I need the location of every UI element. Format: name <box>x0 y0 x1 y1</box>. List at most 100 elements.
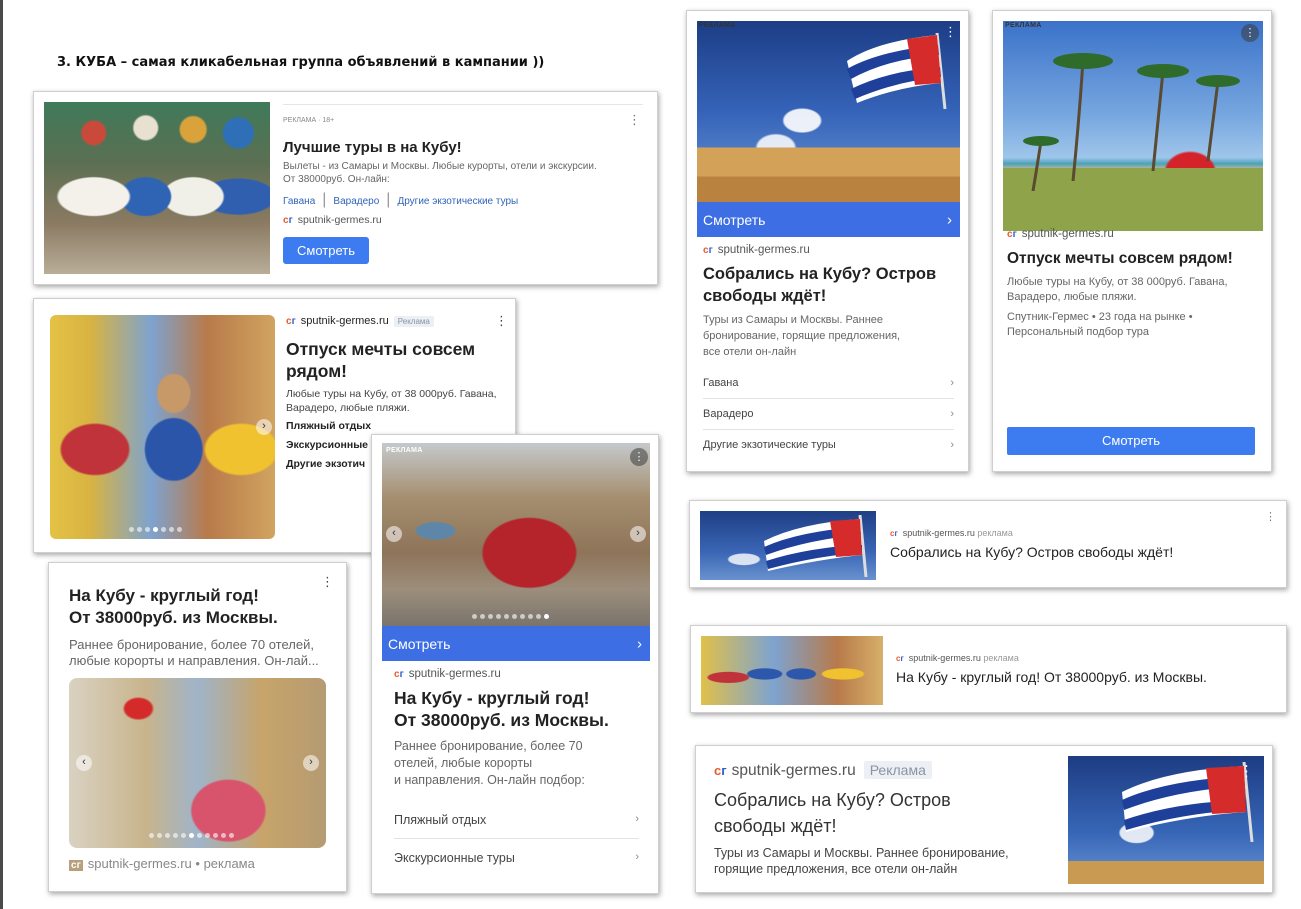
menu-icon[interactable]: ⋮ <box>1241 24 1259 42</box>
ad-title-line1[interactable]: Отпуск мечты совсем <box>286 339 475 360</box>
site-domain[interactable]: сг sputnik-germes.ru реклама <box>896 653 1019 663</box>
ad-note-line2: Персональный подбор тура <box>1007 326 1150 338</box>
ad-card-all-year[interactable]: На Кубу - круглый год! От 38000руб. из М… <box>48 562 347 892</box>
carousel-next-icon[interactable]: › <box>303 755 319 771</box>
ad-description-line1: Любые туры на Кубу, от 38 000руб. Гавана… <box>1007 276 1228 288</box>
menu-icon[interactable]: ⋮ <box>495 314 508 327</box>
sitelink-beach[interactable]: Пляжный отдых › <box>394 813 639 839</box>
site-domain[interactable]: сг sputnik-germes.ru <box>283 214 382 226</box>
ad-card-best-tours[interactable]: РЕКЛАМА · 18+ ⋮ Лучшие туры в на Кубу! В… <box>33 91 658 285</box>
carousel-prev-icon[interactable]: ‹ <box>386 526 402 542</box>
watch-button[interactable]: Смотреть <box>283 237 369 264</box>
carousel-prev-icon[interactable]: ‹ <box>76 755 92 771</box>
ad-banner-island-of-freedom[interactable]: сг sputnik-germes.ru реклама Собрались на… <box>689 500 1287 588</box>
ad-description-line3: все отели он-лайн <box>703 346 797 358</box>
ad-title-line2[interactable]: От 38000руб. из Москвы. <box>69 607 278 628</box>
ad-label: РЕКЛАМА <box>699 22 736 29</box>
menu-icon[interactable]: ⋮ <box>1239 764 1254 779</box>
sitelink-exotic[interactable]: Другие экзотич <box>286 458 365 470</box>
ad-banner-all-year[interactable]: сг sputnik-germes.ru реклама На Кубу - кр… <box>690 625 1287 713</box>
ad-title-line1[interactable]: Собрались на Кубу? Остров <box>714 790 951 811</box>
carousel-next-icon[interactable]: › <box>256 419 272 435</box>
chevron-right-icon: › <box>947 211 952 228</box>
watch-button-label: Смотреть <box>703 211 766 228</box>
sitelink-havana[interactable]: Гавана <box>283 196 315 207</box>
carousel-pager <box>129 527 182 532</box>
divider <box>283 104 643 105</box>
ad-card-island-of-freedom[interactable]: РЕКЛАМА ⋮ Смотреть › сг sputnik-germes.ru … <box>686 10 969 472</box>
carousel-next-icon[interactable]: › <box>630 526 646 542</box>
site-domain[interactable]: сг sputnik-germes.ru <box>394 668 501 680</box>
menu-icon[interactable]: ⋮ <box>321 575 334 588</box>
sitelink-havana[interactable]: Гавана › <box>703 377 954 399</box>
retro-car-photo <box>382 443 650 626</box>
ad-description-line2: горящие предложения, все отели он-лайн <box>714 862 958 876</box>
site-domain-text: sputnik-germes.ru <box>300 315 389 327</box>
watch-button[interactable]: Смотреть › <box>697 202 960 237</box>
site-domain[interactable]: сг sputnik-germes.ru реклама <box>890 528 1013 538</box>
sitelink-exotic[interactable]: Другие экзотические туры › <box>703 439 954 461</box>
sputnik-logo-icon: сг <box>283 215 293 226</box>
ad-label: реклама <box>983 653 1019 663</box>
sitelink-label: Экскурсионные туры <box>394 851 515 865</box>
ad-title[interactable]: На Кубу - круглый год! От 38000руб. из М… <box>896 669 1207 685</box>
menu-icon[interactable]: ⋮ <box>628 113 641 126</box>
sitelink-varadero[interactable]: Варадеро <box>333 196 379 207</box>
ad-label: РЕКЛАМА <box>1005 22 1042 29</box>
ad-label: • реклама <box>195 856 255 871</box>
sitelink-label: Варадеро <box>703 408 754 420</box>
ad-title[interactable]: Собрались на Кубу? Остров свободы ждёт! <box>890 544 1173 560</box>
ad-title-line2[interactable]: свободы ждёт! <box>714 816 837 837</box>
ad-title[interactable]: Лучшие туры в на Кубу! <box>283 137 462 158</box>
ad-description-line2: любые корорты и направления. Он-лай... <box>69 653 319 668</box>
chevron-right-icon: › <box>950 439 954 451</box>
sitelink-exotic[interactable]: Другие экзотические туры <box>397 196 518 207</box>
ad-title-line2[interactable]: рядом! <box>286 361 347 382</box>
site-domain[interactable]: сг sputnik-germes.ru <box>703 244 810 256</box>
sitelink-varadero[interactable]: Варадеро › <box>703 408 954 430</box>
window-edge <box>0 0 3 909</box>
ad-label: реклама <box>977 528 1013 538</box>
sputnik-logo-icon: сг <box>1007 229 1017 240</box>
ad-description-line2: Варадеро, любые пляжи. <box>286 402 410 414</box>
site-domain[interactable]: сг sputnik-germes.ru <box>1007 228 1114 240</box>
site-domain[interactable]: сг sputnik-germes.ru • реклама <box>69 856 255 871</box>
sputnik-logo-icon: сг <box>714 763 727 778</box>
sitelink-label: Пляжный отдых <box>394 813 487 827</box>
sitelinks: Гавана | Варадеро | Другие экзотические туры <box>283 191 518 209</box>
ad-title-line1[interactable]: Собрались на Кубу? Остров <box>703 264 936 285</box>
page-title: 3. КУБА – самая кликабельная группа объя… <box>57 55 545 70</box>
site-domain-text: sputnik-germes.ru <box>297 214 382 226</box>
menu-icon[interactable]: ⋮ <box>944 25 957 38</box>
sitelink-excursions[interactable]: Экскурсионные т <box>286 439 376 451</box>
sitelink-label: Другие экзотические туры <box>703 439 836 451</box>
ad-card-palms[interactable]: РЕКЛАМА ⋮ сг sputnik-germes.ru Отпуск меч… <box>992 10 1272 472</box>
ad-description-line2: От 38000руб. Он-лайн: <box>283 174 390 185</box>
ad-badge: Реклама <box>393 316 434 327</box>
sitelink-label: Гавана <box>703 377 739 389</box>
sitelink-excursions[interactable]: Экскурсионные туры › <box>394 851 639 877</box>
chevron-right-icon: › <box>637 635 642 652</box>
menu-icon[interactable]: ⋮ <box>1265 512 1276 523</box>
ad-title-line2[interactable]: От 38000руб. из Москвы. <box>394 710 609 731</box>
sputnik-logo-icon: сг <box>394 669 404 680</box>
ad-note-line1: Спутник-Гермес • 23 года на рынке • <box>1007 311 1193 323</box>
site-domain[interactable]: сг sputnik-germes.ru Реклама <box>286 315 434 327</box>
site-domain-text: sputnik-germes.ru <box>717 244 810 256</box>
watch-button[interactable]: Смотреть <box>1007 427 1255 455</box>
ad-title-line2[interactable]: свободы ждёт! <box>703 286 826 307</box>
ad-title[interactable]: Отпуск мечты совсем рядом! <box>1007 248 1233 269</box>
cuban-flag-illustration <box>847 32 947 110</box>
ad-card-island-wide[interactable]: сг sputnik-germes.ru Реклама Собрались на … <box>695 745 1273 893</box>
ad-label: РЕКЛАМА · 18+ <box>283 117 335 124</box>
watch-button[interactable]: Смотреть › <box>382 626 650 661</box>
sitelink-beach[interactable]: Пляжный отдых <box>286 420 371 432</box>
ad-card-retro-car[interactable]: РЕКЛАМА ⋮ ‹ › Смотреть › сг sputnik-germes… <box>371 434 659 894</box>
site-domain-text: sputnik-germes.ru <box>87 856 192 871</box>
havana-street-car-photo <box>69 678 326 848</box>
ad-title-line1[interactable]: На Кубу - круглый год! <box>394 688 589 709</box>
site-domain-text: sputnik-germes.ru <box>408 668 501 680</box>
site-domain[interactable]: сг sputnik-germes.ru Реклама <box>714 761 932 780</box>
ad-title-line1[interactable]: На Кубу - круглый год! <box>69 585 259 606</box>
menu-icon[interactable]: ⋮ <box>630 448 648 466</box>
